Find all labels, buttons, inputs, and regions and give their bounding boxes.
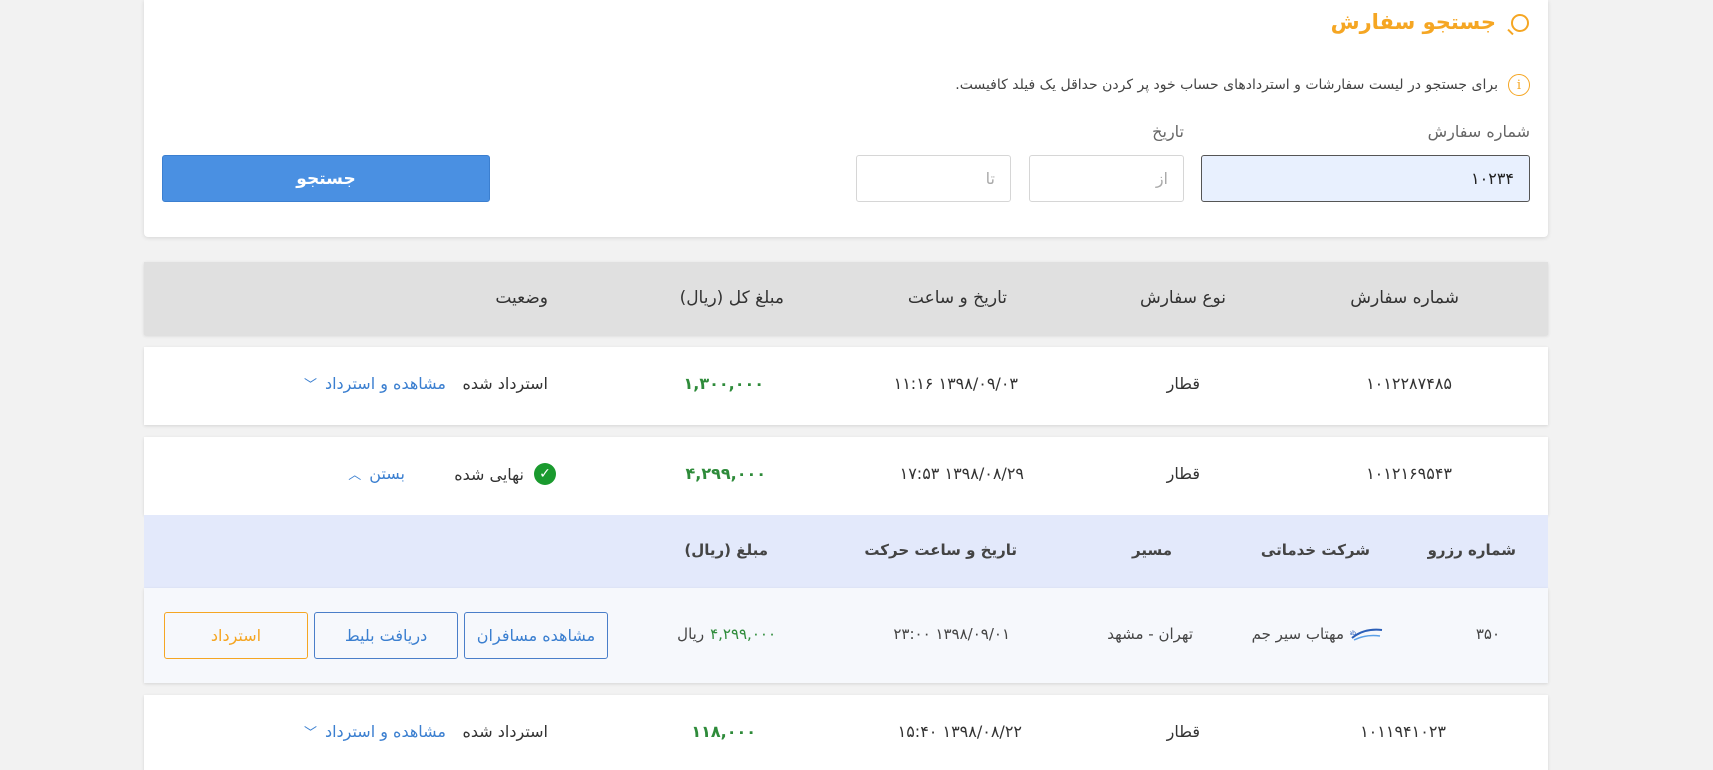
header-order-type: نوع سفارش [1139,288,1226,308]
search-title: جستجو سفارش [1330,10,1530,36]
order-datetime: ۱۳۹۸/۰۸/۲۲ ۱۵:۴۰ [897,722,1022,741]
date-to-input[interactable]: تا [856,155,1011,202]
orders-table-header: شماره سفارش نوع سفارش تاریخ و ساعت مبلغ … [144,262,1548,335]
search-icon [1506,10,1530,36]
order-status: ✓ نهایی شده [454,463,556,485]
reservation-amount-value: ۴,۲۹۹,۰۰۰ [710,625,776,643]
search-title-text: جستجو سفارش [1330,10,1496,34]
order-number: ۱۰۱۲۱۶۹۵۴۳ [1366,464,1452,483]
table-row: ۱۰۱۱۹۴۱۰۲۳ قطار ۱۳۹۸/۰۸/۲۲ ۱۵:۴۰ ۱۱۸,۰۰۰… [144,695,1548,770]
reservation-number: ۳۵۰ [1475,625,1500,643]
order-type: قطار [1166,374,1200,393]
header-departure: تاریخ و ساعت حرکت [864,541,1017,559]
info-message: i برای جستجو در لیست سفارشات و استردادها… [955,74,1530,96]
reservation-table-header: شماره رزرو شرکت خدماتی مسیر تاریخ و ساعت… [144,515,1548,588]
bus-company-logo-icon: mahtab [1350,628,1383,641]
chevron-up-icon: ︿ [348,468,362,483]
order-type: قطار [1166,722,1200,741]
header-route: مسیر [1131,541,1172,559]
order-number: ۱۰۱۱۹۴۱۰۲۳ [1360,722,1446,741]
date-from-input[interactable]: از [1029,155,1184,202]
departure-datetime: ۱۳۹۸/۰۹/۰۱ ۲۳:۰۰ [893,625,1010,643]
order-type: قطار [1166,464,1200,483]
view-refund-label: مشاهده و استرداد [324,374,446,393]
order-amount: ۱,۳۰۰,۰۰۰ [683,374,764,393]
chevron-down-icon: ﹀ [303,726,317,741]
header-order-number: شماره سفارش [1350,288,1459,308]
order-status: استرداد شده [462,722,548,741]
view-refund-label: مشاهده و استرداد [324,722,446,741]
order-datetime: ۱۳۹۸/۰۸/۲۹ ۱۷:۵۳ [899,464,1024,483]
currency-label: ریال [677,625,705,643]
order-status: استرداد شده [462,374,548,393]
refund-button[interactable]: استرداد [164,612,308,659]
close-link[interactable]: بستن ︿ [348,464,405,483]
header-reservation-number: شماره رزرو [1427,541,1516,559]
order-number: ۱۰۱۲۲۸۷۴۸۵ [1366,374,1452,393]
reservation-amount: ۴,۲۹۹,۰۰۰ ریال [677,625,776,643]
header-datetime: تاریخ و ساعت [907,288,1007,308]
company: mahtab مهتاب سیر جم [1252,625,1384,643]
chevron-down-icon: ﹀ [303,378,317,393]
search-button[interactable]: جستجو [162,155,490,202]
header-reservation-amount: مبلغ (ریال) [684,541,768,559]
order-amount: ۴,۲۹۹,۰۰۰ [685,464,766,483]
info-icon: i [1508,74,1530,96]
order-status-text: نهایی شده [454,464,524,484]
order-amount: ۱۱۸,۰۰۰ [691,722,756,741]
company-name: مهتاب سیر جم [1251,625,1344,643]
route: تهران - مشهد [1107,625,1193,643]
svg-text:mahtab: mahtab [1350,630,1356,637]
search-card: جستجو سفارش i برای جستجو در لیست سفارشات… [144,0,1548,237]
date-label: تاریخ [1152,122,1184,141]
header-company: شرکت خدماتی [1260,541,1370,559]
order-number-label: شماره سفارش [1427,122,1530,141]
table-row: ۱۰۱۲۲۸۷۴۸۵ قطار ۱۳۹۸/۰۹/۰۳ ۱۱:۱۶ ۱,۳۰۰,۰… [144,347,1548,425]
header-status: وضعیت [495,288,548,308]
get-ticket-button[interactable]: دریافت بلیط [314,612,458,659]
view-refund-link[interactable]: مشاهده و استرداد ﹀ [304,374,446,393]
close-label: بستن [369,464,405,483]
info-text: برای جستجو در لیست سفارشات و استردادهای … [955,77,1498,93]
order-datetime: ۱۳۹۸/۰۹/۰۳ ۱۱:۱۶ [893,374,1018,393]
table-row: ۱۰۱۲۱۶۹۵۴۳ قطار ۱۳۹۸/۰۸/۲۹ ۱۷:۵۳ ۴,۲۹۹,۰… [144,437,1548,515]
view-refund-link[interactable]: مشاهده و استرداد ﹀ [304,722,446,741]
reservation-row: ۳۵۰ mahtab مهتاب سیر جم تهران - مشهد ۱۳۹… [144,588,1548,683]
order-number-input[interactable]: ۱۰۲۳۴ [1201,155,1530,202]
check-circle-icon: ✓ [534,463,556,485]
header-amount: مبلغ کل (ریال) [679,288,784,308]
view-passengers-button[interactable]: مشاهده مسافران [464,612,608,659]
